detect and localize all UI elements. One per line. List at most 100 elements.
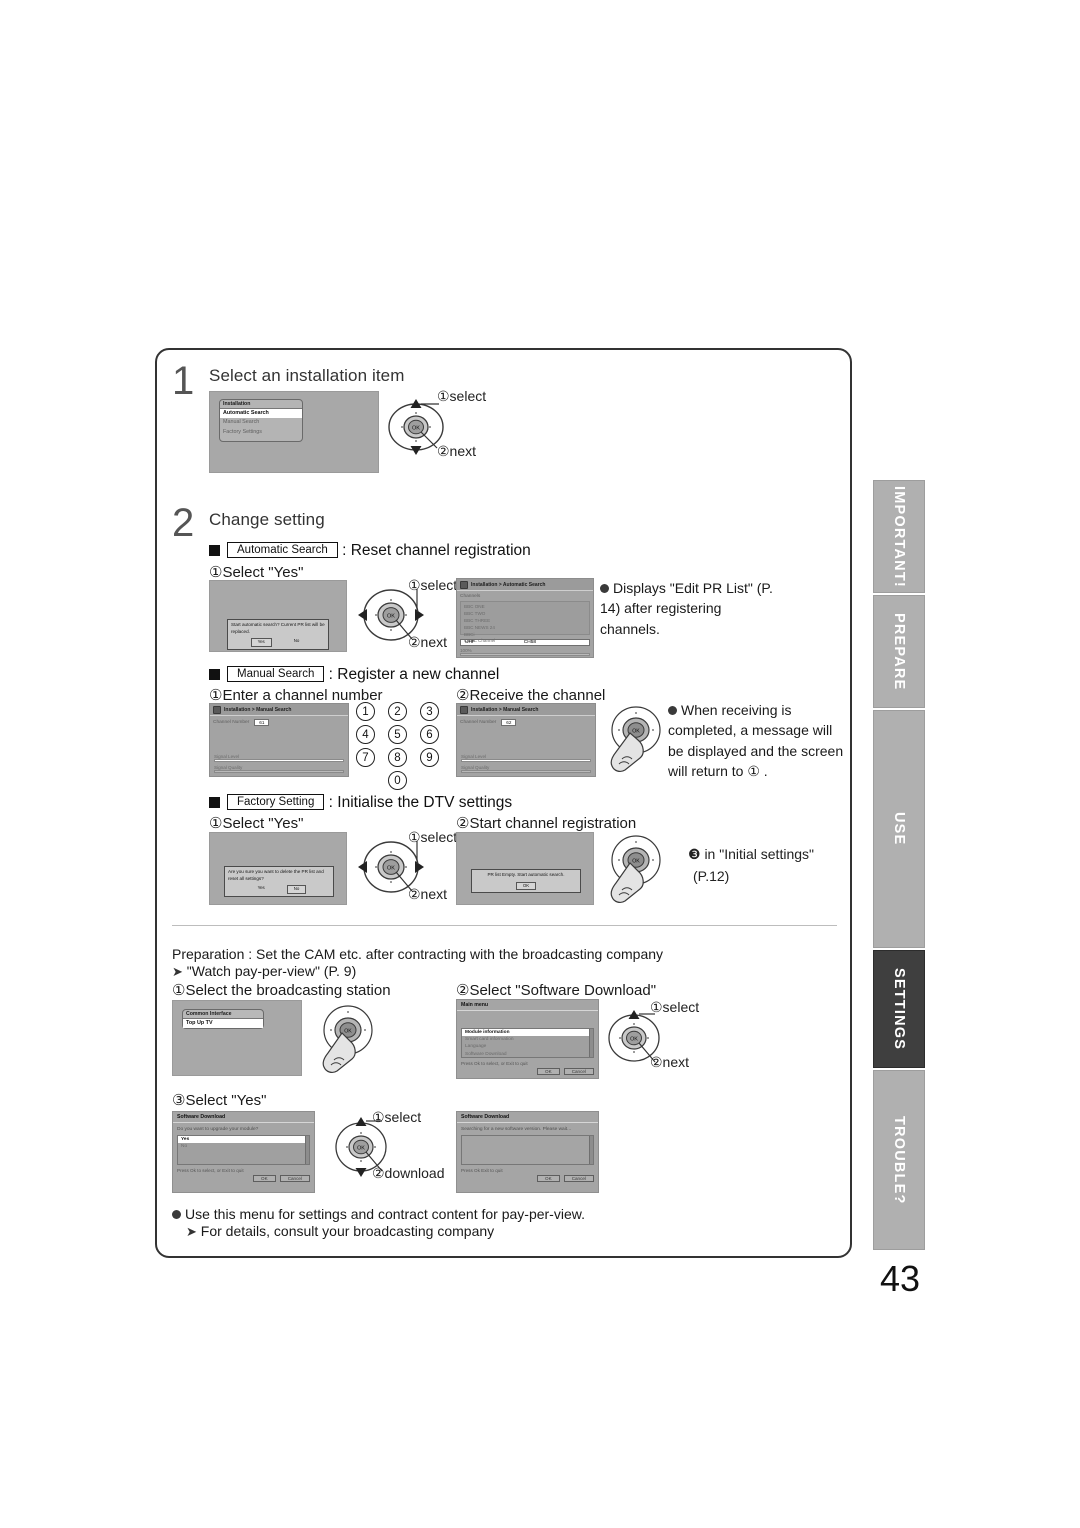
step-2-number: 2 bbox=[172, 501, 195, 545]
round-bullet-icon bbox=[600, 584, 609, 593]
factory-reset-yes-button[interactable]: Yes bbox=[252, 885, 271, 893]
square-bullet-icon bbox=[209, 669, 220, 680]
auto-search-osd-title: Installation > Automatic Search bbox=[471, 581, 546, 588]
main-menu-ok-button[interactable]: OK bbox=[537, 1068, 560, 1075]
main-menu-item-2[interactable]: Language bbox=[462, 1043, 593, 1050]
auto-search-channel: CH58 bbox=[523, 640, 537, 645]
manual-search-note-text: When receiving is completed, a message w… bbox=[668, 702, 844, 779]
main-menu-title: Main menu bbox=[457, 1000, 598, 1011]
arrow-right-icon: ➤ bbox=[172, 964, 183, 979]
sw-dialog-1-cancel-button[interactable]: Cancel bbox=[279, 1175, 310, 1182]
main-menu-cancel-button[interactable]: Cancel bbox=[563, 1068, 594, 1075]
software-download-window-2: Software Download Searching for a new so… bbox=[456, 1111, 599, 1193]
main-menu-scrollbar[interactable] bbox=[589, 1029, 593, 1057]
sw-dialog-2-prompt: Searching for a new software version. Pl… bbox=[461, 1127, 572, 1132]
round-bullet-icon bbox=[668, 706, 677, 715]
ppv-hand-dpad-icon: OK bbox=[312, 999, 378, 1079]
step-1-number: 1 bbox=[172, 359, 195, 403]
sidebar-tab-trouble-label: TROUBLE? bbox=[891, 1115, 907, 1205]
key-1[interactable]: 1 bbox=[356, 702, 375, 721]
ppv-footnote-1-text: Use this menu for settings and contract … bbox=[185, 1206, 585, 1222]
ppv-substep-1: ①Select the broadcasting station bbox=[172, 982, 391, 999]
manual-search-hand-dpad-icon: OK bbox=[600, 700, 666, 778]
ppv-menu-next-label: ②next bbox=[650, 1054, 690, 1070]
installation-menu-item-1[interactable]: Manual Search bbox=[220, 418, 302, 427]
key-3[interactable]: 3 bbox=[420, 702, 439, 721]
key-2[interactable]: 2 bbox=[388, 702, 407, 721]
channel-item: BBC ONE bbox=[464, 604, 485, 609]
sw-dialog-2-ok-button[interactable]: OK bbox=[537, 1175, 560, 1182]
square-bullet-icon bbox=[209, 545, 220, 556]
sidebar-tab-prepare[interactable]: PREPARE bbox=[873, 595, 925, 708]
factory-note-line-2: (P.12) bbox=[693, 868, 730, 884]
factory-start-tv-screen: PR list Empty. Start automatic search. O… bbox=[456, 832, 594, 905]
sidebar-tab-use[interactable]: USE bbox=[873, 710, 925, 948]
tv-icon bbox=[213, 705, 221, 714]
factory-note-line-1: ❸ in "Initial settings" bbox=[688, 846, 814, 862]
main-menu-window: Main menu Module information Smart card … bbox=[456, 999, 599, 1079]
key-4[interactable]: 4 bbox=[356, 725, 375, 744]
auto-search-yes-button[interactable]: Yes bbox=[250, 638, 272, 647]
installation-menu-item-0[interactable]: Automatic Search bbox=[220, 409, 302, 419]
pr-list-empty-ok-button[interactable]: OK bbox=[515, 881, 537, 891]
sw-dialog-1-options[interactable]: Yes No bbox=[177, 1135, 310, 1165]
factory-setting-substep-1: ①Select "Yes" bbox=[209, 815, 304, 832]
auto-search-band: UHF bbox=[465, 640, 475, 645]
channel-item: BBCi bbox=[464, 631, 475, 637]
sidebar-tab-trouble[interactable]: TROUBLE? bbox=[873, 1070, 925, 1250]
common-interface-value[interactable]: Top Up TV bbox=[183, 1019, 263, 1029]
factory-next-label: ②next bbox=[408, 886, 448, 902]
factory-hand-dpad-icon: OK bbox=[600, 828, 666, 910]
auto-search-next-label: ②next bbox=[408, 634, 448, 650]
installation-menu: Installation Automatic Search Manual Sea… bbox=[219, 399, 303, 442]
numeric-keypad[interactable]: 1 2 3 4 5 6 7 8 9 0 bbox=[356, 702, 446, 790]
pr-list-empty-dialog: PR list Empty. Start automatic search. O… bbox=[471, 869, 581, 894]
sidebar-tab-settings-label: SETTINGS bbox=[891, 967, 907, 1051]
sw-option-yes[interactable]: Yes bbox=[178, 1136, 309, 1144]
auto-search-channel-list: BBC ONE BBC TWO BBC THREE BBC NEWS 24 BB… bbox=[460, 601, 590, 643]
svg-text:OK: OK bbox=[344, 1029, 352, 1035]
key-9[interactable]: 9 bbox=[420, 748, 439, 767]
sidebar-tab-important[interactable]: IMPORTANT! bbox=[873, 480, 925, 593]
square-bullet-icon bbox=[209, 797, 220, 808]
auto-search-channels-label: Channels bbox=[460, 594, 481, 599]
main-menu-item-1[interactable]: Smart card information bbox=[462, 1036, 593, 1043]
download-label: ②download bbox=[372, 1165, 445, 1181]
sidebar-tab-important-label: IMPORTANT! bbox=[891, 485, 907, 588]
arrow-right-icon: ➤ bbox=[186, 1224, 197, 1239]
key-8[interactable]: 8 bbox=[388, 748, 407, 767]
channel-number-field[interactable]: 61 bbox=[254, 719, 270, 726]
auto-search-note: Displays "Edit PR List" (P. 14) after re… bbox=[600, 578, 775, 639]
sidebar-tab-settings[interactable]: SETTINGS bbox=[873, 950, 925, 1068]
main-menu-item-3[interactable]: Software Download bbox=[462, 1051, 593, 1058]
auto-search-dialog-text: Start automatic search? Current PR list … bbox=[231, 622, 325, 634]
channel-item: BBC TWO bbox=[464, 610, 486, 616]
sw-dialog-1-title: Software Download bbox=[173, 1112, 314, 1123]
sw-dialog-2-cancel-button[interactable]: Cancel bbox=[563, 1175, 594, 1182]
common-interface-title: Common Interface bbox=[183, 1010, 263, 1019]
preparation-line-2: ➤ "Watch pay-per-view" (P. 9) bbox=[172, 961, 852, 982]
key-7[interactable]: 7 bbox=[356, 748, 375, 767]
sw-option-no[interactable]: No bbox=[178, 1143, 309, 1150]
key-0[interactable]: 0 bbox=[388, 771, 407, 790]
auto-search-select-label: ①select bbox=[408, 577, 458, 593]
key-6[interactable]: 6 bbox=[420, 725, 439, 744]
main-menu-list[interactable]: Module information Smart card informatio… bbox=[461, 1028, 594, 1058]
main-menu-item-0[interactable]: Module information bbox=[462, 1029, 593, 1037]
channel-number-field[interactable]: 62 bbox=[501, 719, 517, 726]
installation-menu-item-2[interactable]: Factory Settings bbox=[220, 428, 302, 437]
manual-search-box-label: Manual Search bbox=[227, 666, 325, 682]
sw-dialog-1-ok-button[interactable]: OK bbox=[253, 1175, 276, 1182]
factory-reset-no-button[interactable]: No bbox=[286, 885, 307, 894]
automatic-search-substep-1: ①Select "Yes" bbox=[209, 564, 304, 581]
sw-dialog-1-scrollbar[interactable] bbox=[305, 1136, 309, 1164]
step-2-title: Change setting bbox=[209, 510, 325, 529]
svg-text:OK: OK bbox=[630, 1037, 638, 1043]
key-5[interactable]: 5 bbox=[388, 725, 407, 744]
auto-search-tv-screen: Start automatic search? Current PR list … bbox=[209, 580, 347, 652]
svg-text:OK: OK bbox=[357, 1146, 365, 1152]
pr-list-empty-text: PR list Empty. Start automatic search. bbox=[487, 872, 565, 877]
sw-dialog-2-scrollbar[interactable] bbox=[589, 1136, 593, 1164]
auto-search-no-button[interactable]: No bbox=[288, 638, 306, 646]
factory-select-label: ①select bbox=[408, 829, 458, 845]
